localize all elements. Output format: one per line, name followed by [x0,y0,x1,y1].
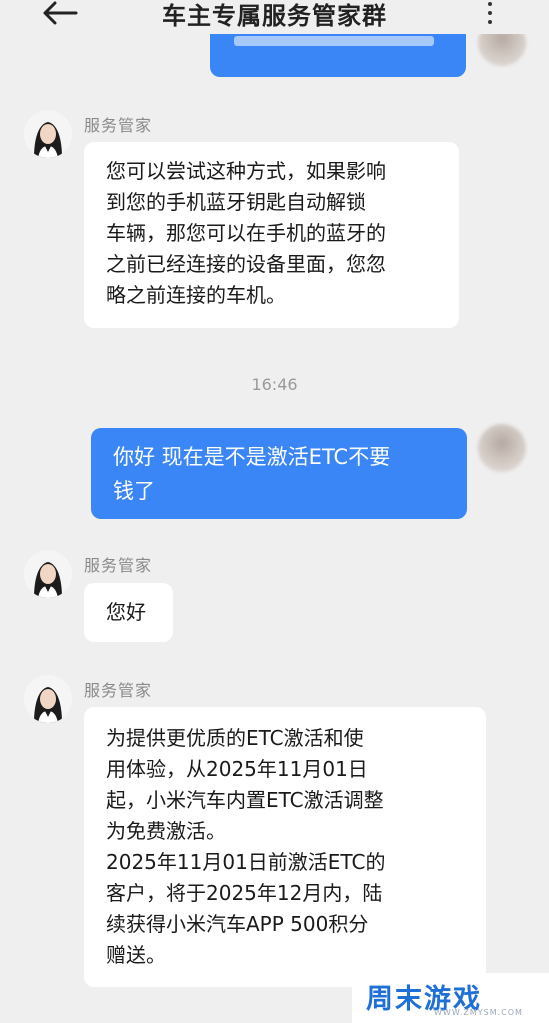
sender-name: 服务管家 [84,556,153,575]
agent-avatar[interactable] [24,675,72,723]
incoming-message-bubble[interactable]: 您可以尝试这种方式，如果影响 到您的手机蓝牙钥匙自动解锁 车辆，那您可以在手机的… [84,142,459,328]
more-dot-icon [488,2,492,6]
incoming-message-bubble[interactable]: 您好 [84,583,173,642]
message-timestamp: 16:46 [251,375,298,394]
more-dot-icon [488,11,492,15]
agent-portrait-icon [24,550,72,598]
agent-avatar[interactable] [24,550,72,598]
incoming-message-bubble[interactable]: 为提供更优质的ETC激活和使 用体验，从2025年11月01日 起，小米汽车内置… [84,707,486,987]
watermark-url: WWW.ZMYSM.COM [434,1008,523,1017]
chat-header: 车主专属服务管家群 [0,0,549,34]
outgoing-message-bubble[interactable]: 你好 现在是不是激活ETC不要 钱了 [91,428,467,519]
more-options-button[interactable] [478,0,502,30]
chat-title: 车主专属服务管家群 [162,2,387,30]
agent-portrait-icon [24,675,72,723]
sender-name: 服务管家 [84,116,153,135]
more-dot-icon [488,20,492,24]
watermark-logo: 周末游戏 WWW.ZMYSM.COM [352,973,549,1023]
user-avatar[interactable] [478,424,526,472]
agent-portrait-icon [24,110,72,158]
cropped-text-fragment [234,36,434,46]
sender-name: 服务管家 [84,681,153,700]
agent-avatar[interactable] [24,110,72,158]
